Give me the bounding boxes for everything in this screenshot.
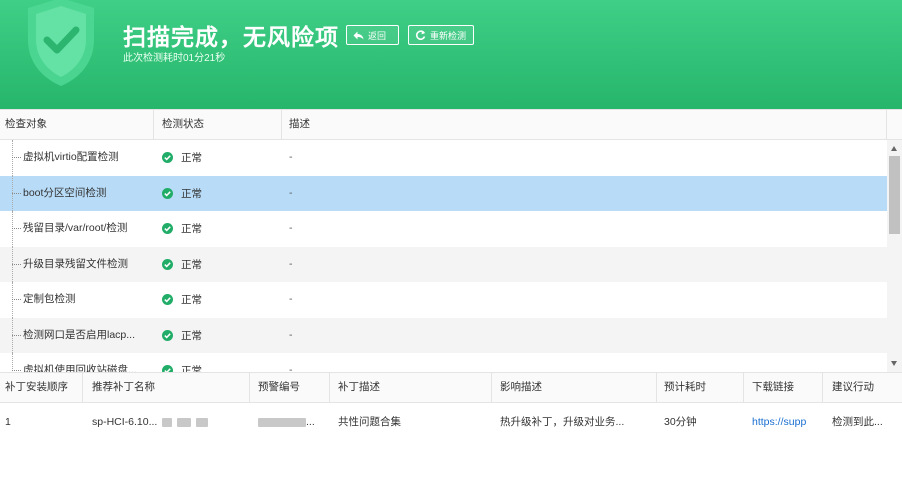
col-check-object[interactable]: 检查对象 bbox=[5, 110, 47, 139]
patch-desc-cell: 共性问题合集 bbox=[338, 416, 401, 428]
col-alert-no[interactable]: 预警编号 bbox=[258, 373, 300, 402]
check-object-name: 残留目录/var/root/检测 bbox=[23, 222, 128, 234]
col-impact[interactable]: 影响描述 bbox=[500, 373, 542, 402]
status-text: 正常 bbox=[181, 223, 202, 236]
shield-check-icon bbox=[28, 0, 94, 86]
description-cell: - bbox=[289, 257, 293, 270]
action-cell: 检测到此... bbox=[832, 416, 883, 428]
col-check-status[interactable]: 检测状态 bbox=[162, 110, 204, 139]
check-circle-icon bbox=[162, 187, 173, 199]
table-row[interactable]: 升级目录残留文件检测 正常 - bbox=[0, 246, 887, 283]
status-cell: 正常 bbox=[162, 140, 202, 176]
result-header: 扫描完成，无风险项 此次检测耗时01分21秒 返回 重新检测 bbox=[0, 0, 902, 109]
rescan-button-label: 重新检测 bbox=[430, 30, 467, 41]
status-cell: 正常 bbox=[162, 211, 202, 247]
redacted-mark bbox=[177, 417, 192, 427]
col-divider[interactable] bbox=[329, 373, 330, 402]
description-cell: - bbox=[289, 222, 293, 234]
install-order-cell: 1 bbox=[5, 416, 11, 428]
col-divider[interactable] bbox=[249, 373, 250, 402]
patch-name-cell: sp-HCI-6.10... bbox=[92, 403, 242, 441]
table-row[interactable]: 1 sp-HCI-6.10... ... 共性问题合集 热升级补丁，升级对业务.… bbox=[0, 403, 902, 441]
description-cell: - bbox=[289, 364, 293, 372]
table-row[interactable]: 定制包检测 正常 - bbox=[0, 282, 887, 318]
col-divider[interactable] bbox=[491, 373, 492, 402]
col-divider[interactable] bbox=[656, 373, 657, 402]
col-patch-name[interactable]: 推荐补丁名称 bbox=[92, 373, 155, 402]
status-cell: 正常 bbox=[162, 353, 202, 372]
check-object-name: 虚拟机virtio配置检测 bbox=[23, 151, 119, 163]
check-circle-icon bbox=[162, 329, 173, 341]
check-table-body: 虚拟机virtio配置检测 正常 - boot分区空间检测 正常 - 残留目录/… bbox=[0, 140, 887, 372]
status-cell: 正常 bbox=[162, 282, 202, 318]
col-divider[interactable] bbox=[822, 373, 823, 402]
description-cell: - bbox=[289, 151, 293, 163]
redacted-mark bbox=[196, 417, 209, 427]
redacted-mark bbox=[162, 417, 173, 427]
status-cell: 正常 bbox=[162, 318, 202, 354]
col-description[interactable]: 描述 bbox=[289, 110, 310, 139]
download-link[interactable]: https://supp bbox=[752, 403, 818, 441]
impact-cell: 热升级补丁，升级对业务... bbox=[500, 416, 625, 428]
scan-duration: 此次检测耗时01分21秒 bbox=[123, 53, 226, 64]
status-text: 正常 bbox=[181, 329, 202, 342]
check-circle-icon bbox=[162, 365, 173, 372]
redacted-mark bbox=[258, 417, 306, 427]
patch-table-header: 补丁安装顺序 推荐补丁名称 预警编号 补丁描述 影响描述 预计耗时 下载链接 建… bbox=[0, 372, 902, 403]
col-download[interactable]: 下载链接 bbox=[752, 373, 794, 402]
rescan-button[interactable]: 重新检测 bbox=[408, 25, 474, 45]
col-divider[interactable] bbox=[743, 373, 744, 402]
status-text: 正常 bbox=[181, 258, 202, 271]
back-button[interactable]: 返回 bbox=[346, 25, 399, 45]
check-circle-icon bbox=[162, 152, 173, 164]
description-cell: - bbox=[289, 186, 293, 199]
status-text: 正常 bbox=[181, 187, 202, 200]
check-circle-icon bbox=[162, 258, 173, 270]
description-cell: - bbox=[289, 328, 293, 341]
check-circle-icon bbox=[162, 294, 173, 306]
back-arrow-icon bbox=[353, 31, 364, 39]
col-action[interactable]: 建议行动 bbox=[832, 373, 874, 402]
scroll-up-icon[interactable] bbox=[891, 146, 897, 151]
status-text: 正常 bbox=[181, 294, 202, 307]
patch-name-text: sp-HCI-6.10... bbox=[92, 416, 158, 428]
duration-cell: 30分钟 bbox=[664, 416, 697, 428]
description-cell: - bbox=[289, 293, 293, 305]
scroll-down-icon[interactable] bbox=[891, 361, 897, 366]
table-row[interactable]: 检测网口是否启用lacp... 正常 - bbox=[0, 317, 887, 354]
check-object-name: boot分区空间检测 bbox=[23, 186, 107, 199]
page-title: 扫描完成，无风险项 bbox=[123, 24, 339, 50]
check-object-name: 升级目录残留文件检测 bbox=[23, 257, 128, 270]
back-button-label: 返回 bbox=[368, 30, 387, 41]
table-row[interactable]: 虚拟机virtio配置检测 正常 - bbox=[0, 140, 887, 176]
check-object-name: 虚拟机使用回收站磁盘... bbox=[23, 364, 137, 372]
refresh-icon bbox=[415, 29, 426, 40]
col-install-order[interactable]: 补丁安装顺序 bbox=[5, 373, 68, 402]
table-row[interactable]: boot分区空间检测 正常 - bbox=[0, 175, 887, 212]
col-divider[interactable] bbox=[153, 110, 154, 139]
status-cell: 正常 bbox=[162, 176, 202, 212]
scrollbar-thumb[interactable] bbox=[889, 156, 900, 234]
check-object-name: 检测网口是否启用lacp... bbox=[23, 328, 136, 341]
col-patch-desc[interactable]: 补丁描述 bbox=[338, 373, 380, 402]
status-cell: 正常 bbox=[162, 247, 202, 283]
vertical-scrollbar[interactable] bbox=[887, 140, 902, 372]
table-row[interactable]: 残留目录/var/root/检测 正常 - bbox=[0, 211, 887, 247]
status-text: 正常 bbox=[181, 152, 202, 165]
status-text: 正常 bbox=[181, 365, 202, 372]
alert-no-text: ... bbox=[306, 416, 315, 428]
col-divider[interactable] bbox=[82, 373, 83, 402]
col-duration[interactable]: 预计耗时 bbox=[664, 373, 706, 402]
check-circle-icon bbox=[162, 223, 173, 235]
alert-no-cell: ... bbox=[258, 403, 324, 441]
col-divider[interactable] bbox=[281, 110, 282, 139]
col-divider bbox=[886, 110, 887, 139]
check-object-name: 定制包检测 bbox=[23, 293, 76, 305]
check-table-header: 检查对象 检测状态 描述 bbox=[0, 109, 902, 140]
table-row[interactable]: 虚拟机使用回收站磁盘... 正常 - bbox=[0, 353, 887, 372]
